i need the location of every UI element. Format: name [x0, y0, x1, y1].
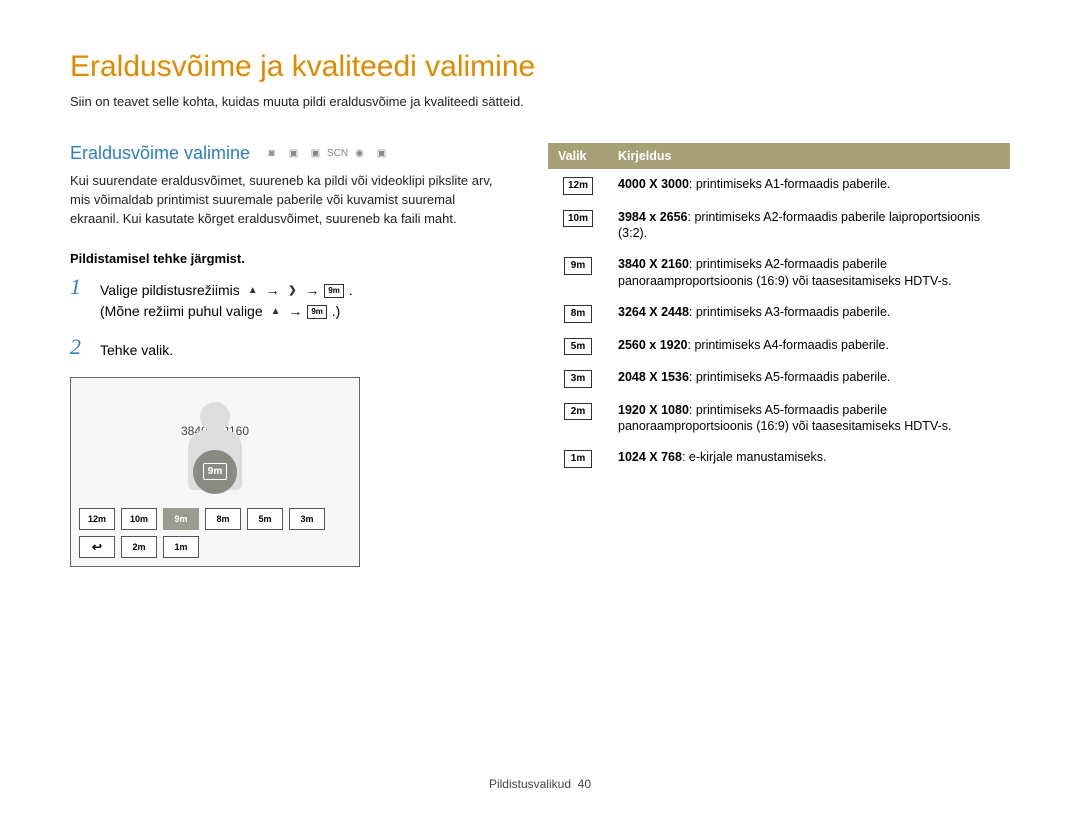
- table-cell-option: 5m: [548, 330, 608, 363]
- step-text-fragment: →: [266, 282, 284, 298]
- selected-resolution-badge: 9m: [193, 450, 237, 494]
- page-subtitle: Siin on teavet selle kohta, kuidas muuta…: [70, 94, 1010, 109]
- step-1: 1 Valige pildistusrežiimis → → 9m . (Mõn…: [70, 276, 500, 322]
- resolution-option[interactable]: 2m: [121, 536, 157, 558]
- resolution-option[interactable]: 12m: [79, 508, 115, 530]
- resolution-badge-icon: 8m: [564, 305, 592, 323]
- step-text-fragment: (Mõne režiimi puhul valige: [100, 303, 267, 319]
- table-cell-description: 3840 X 2160: printimiseks A2-formaadis p…: [608, 249, 1010, 297]
- camera-screen-mock: 3840 X 2160 9m 12m10m9m8m5m3m 2m1m: [70, 377, 360, 567]
- resolution-box-icon: 9m: [324, 284, 344, 298]
- table-cell-option: 2m: [548, 395, 608, 443]
- table-cell-option: 12m: [548, 169, 608, 202]
- resolution-badge-icon: 10m: [563, 210, 593, 228]
- camera-p-icon: ▣: [307, 147, 325, 161]
- table-cell-description: 1024 X 768: e-kirjale manustamiseks.: [608, 442, 1010, 475]
- table-cell-description: 1920 X 1080: printimiseks A5-formaadis p…: [608, 395, 1010, 443]
- step-text-fragment: →: [305, 282, 323, 298]
- subheading: Pildistamisel tehke järgmist.: [70, 251, 500, 266]
- table-cell-description: 3984 x 2656: printimiseks A2-formaadis p…: [608, 202, 1010, 250]
- resolution-badge-icon: 3m: [564, 370, 592, 388]
- table-row: 2m 1920 X 1080: printimiseks A5-formaadis…: [548, 395, 1010, 443]
- table-cell-option: 8m: [548, 297, 608, 330]
- resolution-option[interactable]: 8m: [205, 508, 241, 530]
- resolution-badge-icon: 1m: [564, 450, 592, 468]
- option-row-2: 2m 1m: [79, 536, 351, 558]
- table-cell-option: 9m: [548, 249, 608, 297]
- page-footer: Pildistusvalikud 40: [0, 777, 1080, 791]
- step-2-text: Tehke valik.: [100, 336, 173, 361]
- section-body: Kui suurendate eraldusvõimet, suureneb k…: [70, 172, 500, 229]
- table-row: 5m 2560 x 1920: printimiseks A4-formaadis…: [548, 330, 1010, 363]
- resolution-option[interactable]: 1m: [163, 536, 199, 558]
- back-icon: [92, 540, 102, 554]
- table-row: 3m 2048 X 1536: printimiseks A5-formaadis…: [548, 362, 1010, 395]
- table-row: 9m 3840 X 2160: printimiseks A2-formaadis…: [548, 249, 1010, 297]
- table-row: 1m 1024 X 768: e-kirjale manustamiseks.: [548, 442, 1010, 475]
- back-button[interactable]: [79, 536, 115, 558]
- step-text-fragment: .: [349, 282, 353, 298]
- table-row: 10m 3984 x 2656: printimiseks A2-formaadi…: [548, 202, 1010, 250]
- dual-icon: ◉: [351, 147, 369, 161]
- smart-mode-icon: ◙: [263, 147, 281, 161]
- video-icon: ▣: [373, 147, 391, 161]
- table-header-valik: Valik: [548, 143, 608, 169]
- badge-text: 9m: [203, 463, 227, 480]
- resolution-badge-icon: 2m: [564, 403, 592, 421]
- table-row: 12m 4000 X 3000: printimiseks A1-formaadi…: [548, 169, 1010, 202]
- step-text-fragment: →: [288, 303, 306, 319]
- step-1-text: Valige pildistusrežiimis → → 9m . (Mõne …: [100, 276, 353, 322]
- resolution-option[interactable]: 10m: [121, 508, 157, 530]
- table-cell-description: 3264 X 2448: printimiseks A3-formaadis p…: [608, 297, 1010, 330]
- resolution-option[interactable]: 5m: [247, 508, 283, 530]
- table-cell-description: 4000 X 3000: printimiseks A1-formaadis p…: [608, 169, 1010, 202]
- resolution-box-icon: 9m: [307, 305, 327, 319]
- page-title: Eraldusvõime ja kvaliteedi valimine: [70, 50, 1010, 84]
- step-number: 1: [70, 276, 88, 322]
- resolution-option[interactable]: 3m: [289, 508, 325, 530]
- table-cell-option: 1m: [548, 442, 608, 475]
- table-cell-description: 2560 x 1920: printimiseks A4-formaadis p…: [608, 330, 1010, 363]
- footer-page-number: 40: [578, 777, 591, 791]
- table-cell-option: 3m: [548, 362, 608, 395]
- resolution-badge-icon: 5m: [564, 338, 592, 356]
- section-heading: Eraldusvõime valimine: [70, 143, 250, 164]
- resolution-badge-icon: 9m: [564, 257, 592, 275]
- triangle-up-icon: [245, 284, 261, 298]
- camera-icon: ▣: [285, 147, 303, 161]
- table-cell-option: 10m: [548, 202, 608, 250]
- resolution-option[interactable]: 9m: [163, 508, 199, 530]
- resolution-table: Valik Kirjeldus 12m 4000 X 3000: printimi…: [548, 143, 1010, 475]
- step-number: 2: [70, 336, 88, 361]
- triangle-up-icon: [268, 305, 284, 319]
- footer-section: Pildistusvalikud: [489, 777, 571, 791]
- step-text-fragment: .): [332, 303, 341, 319]
- mode-icons-group: ◙ ▣ ▣ SCN ◉ ▣: [263, 147, 391, 161]
- resolution-badge-icon: 12m: [563, 177, 593, 195]
- scene-icon: SCN: [329, 147, 347, 161]
- step-text-fragment: Valige pildistusrežiimis: [100, 282, 244, 298]
- table-cell-description: 2048 X 1536: printimiseks A5-formaadis p…: [608, 362, 1010, 395]
- step-2: 2 Tehke valik.: [70, 336, 500, 361]
- table-row: 8m 3264 X 2448: printimiseks A3-formaadis…: [548, 297, 1010, 330]
- table-header-kirjeldus: Kirjeldus: [608, 143, 1010, 169]
- option-row-1: 12m 10m 9m 8m 5m 3m: [79, 508, 351, 530]
- chevron-right-icon: [284, 284, 300, 298]
